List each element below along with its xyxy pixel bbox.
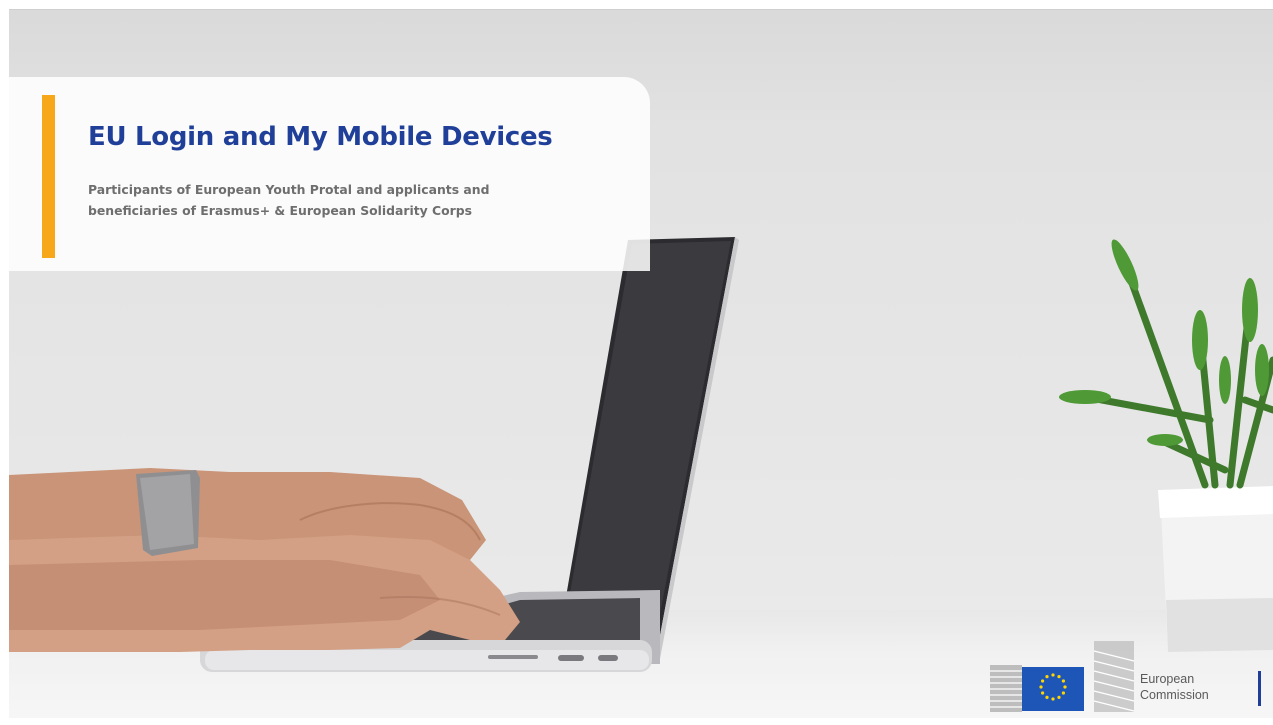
ec-logo-divider <box>1258 671 1261 706</box>
slide-background: EU Login and My Mobile Devices Participa… <box>0 0 1273 725</box>
title-card: EU Login and My Mobile Devices Participa… <box>9 77 650 271</box>
frame-top-border <box>0 0 1273 10</box>
ec-logo-text: European Commission <box>1140 672 1209 702</box>
frame-left-border <box>0 0 9 725</box>
frame-bottom-border <box>0 718 1273 725</box>
hands-typing <box>9 468 520 652</box>
accent-bar <box>42 95 55 258</box>
ec-building-icon <box>990 641 1135 712</box>
slide-subtitle: Participants of European Youth Protal an… <box>88 182 490 218</box>
potted-plant <box>1059 239 1273 652</box>
european-commission-logo: European Commission <box>990 641 1265 714</box>
slide-title: EU Login and My Mobile Devices <box>88 122 553 152</box>
